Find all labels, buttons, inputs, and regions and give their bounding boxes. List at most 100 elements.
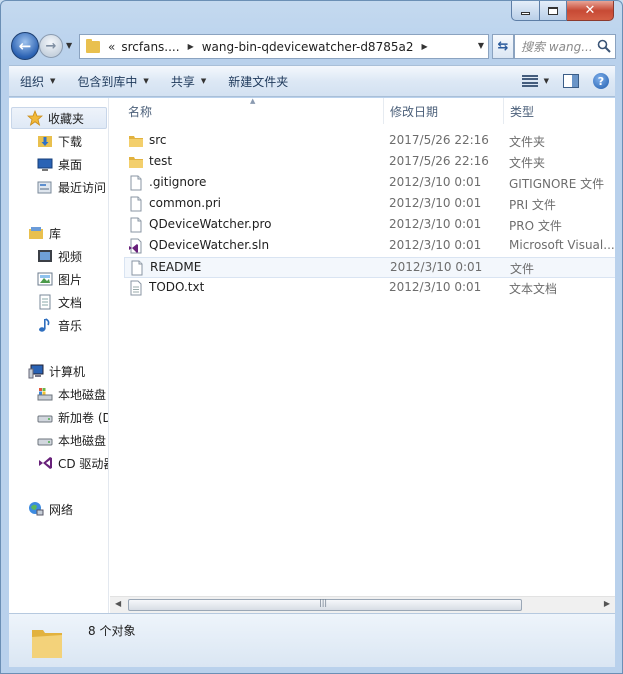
share-menu[interactable]: 共享 ▼ [160,66,217,96]
organize-menu[interactable]: 组织 ▼ [9,66,66,96]
address-segment[interactable]: wang-bin-qdevicewatcher-d8785a2 [202,40,414,54]
include-in-library-menu[interactable]: 包含到库中 ▼ [66,66,159,96]
sidebar-item-desktop[interactable]: 桌面 [9,153,108,175]
sidebar-item-label: 本地磁盘 [58,387,107,402]
sidebar-item-local-disk[interactable]: 本地磁盘 [9,429,108,451]
address-bar[interactable]: « srcfans.... ▶ wang-bin-qdevicewatcher-… [79,34,489,59]
file-modified-date: 2012/3/10 0:01 [389,175,482,189]
file-name: test [149,154,173,168]
change-view-button[interactable]: ▼ [521,75,549,87]
refresh-button[interactable]: ⇆ [492,34,514,59]
file-row[interactable]: test 2017/5/26 22:16 文件夹 [124,152,615,173]
file-type: 文件 [510,262,535,276]
column-header-name[interactable]: ▲ 名称 [110,98,384,124]
search-input[interactable]: 搜索 wang... [514,34,616,59]
forward-button[interactable]: → [39,34,63,58]
library-icon [29,227,43,239]
share-label: 共享 [170,74,195,89]
address-segment[interactable]: srcfans.... [121,40,179,54]
search-icon[interactable] [597,39,611,53]
sidebar-item-pictures[interactable]: 图片 [9,268,108,290]
maximize-button[interactable] [540,1,567,21]
new-folder-label: 新建文件夹 [228,74,289,89]
back-button[interactable]: ← [11,32,39,60]
documents-library-icon [39,294,51,310]
desktop-icon [37,158,53,171]
file-modified-date: 2012/3/10 0:01 [390,260,483,274]
scroll-right-icon[interactable]: ▶ [604,599,610,608]
hard-drive-icon [37,415,53,423]
file-list[interactable]: ▲ 名称 修改日期 类型 src 2017/5/26 22:16 文件夹 test 20… [110,98,615,593]
visual-studio-icon [128,238,144,254]
help-icon[interactable]: ? [593,73,609,89]
sidebar-item-videos[interactable]: 视频 [9,245,108,267]
recent-places-icon [37,181,52,194]
sidebar-item-local-disk-c[interactable]: 本地磁盘 [9,383,108,405]
address-overflow-chevron[interactable]: « [108,40,115,54]
horizontal-scrollbar[interactable]: ◀ ||| ▶ [110,596,615,613]
sidebar-item-new-volume-d[interactable]: 新加卷 (D [9,406,108,428]
sidebar-item-recent[interactable]: 最近访问 [9,176,108,198]
sort-ascending-icon: ▲ [250,98,256,105]
file-row[interactable]: src 2017/5/26 22:16 文件夹 [124,131,615,152]
recent-pages-dropdown[interactable]: ▼ [66,41,76,51]
file-row[interactable]: TODO.txt 2012/3/10 0:01 文本文档 [124,278,615,299]
sidebar-item-documents[interactable]: 文档 [9,291,108,313]
address-dropdown-icon[interactable]: ▼ [478,41,484,50]
file-icon [128,175,144,191]
preview-pane-icon[interactable] [563,74,579,88]
sidebar-item-label: 库 [49,226,62,241]
file-name: README [150,260,202,274]
file-modified-date: 2017/5/26 22:16 [389,133,489,147]
column-header-date[interactable]: 修改日期 [384,98,504,124]
file-row[interactable]: README 2012/3/10 0:01 文件 [124,257,615,278]
folder-icon [128,133,144,149]
file-modified-date: 2012/3/10 0:01 [389,238,482,252]
navigation-pane[interactable]: 收藏夹 下载 桌面 最近访问 库 视频 图片 文档 音乐 计算机 本地磁盘 新加… [9,98,109,613]
forward-arrow-icon: → [45,38,57,54]
sidebar-item-label: 视频 [58,249,83,264]
breadcrumb-separator-icon[interactable]: ▶ [421,42,427,51]
breadcrumb-separator-icon[interactable]: ▶ [188,42,194,51]
file-type: 文本文档 [509,282,558,296]
chevron-down-icon: ▼ [50,77,56,85]
scrollbar-thumb[interactable]: ||| [128,598,522,611]
sidebar-item-network[interactable]: 网络 [9,498,108,520]
new-folder-button[interactable]: 新建文件夹 [217,66,299,96]
caption-buttons: ✕ [511,1,614,21]
file-type: 文件夹 [509,156,546,170]
grip-icon: ||| [319,598,328,607]
video-library-icon [38,250,52,262]
details-pane: 8 个对象 [9,613,615,667]
sidebar-item-label: 图片 [58,272,83,287]
sidebar-item-label: 文档 [58,295,83,310]
file-name: QDeviceWatcher.sln [149,238,270,252]
minimize-button[interactable] [511,1,540,21]
file-type: PRO 文件 [509,219,562,233]
column-header-label: 类型 [510,104,535,119]
close-button[interactable]: ✕ [567,1,614,21]
sidebar-item-favorites[interactable]: 收藏夹 [11,107,107,129]
file-row[interactable]: .gitignore 2012/3/10 0:01 GITIGNORE 文件 [124,173,615,194]
sidebar-item-label: 音乐 [58,318,83,333]
sidebar-item-computer[interactable]: 计算机 [9,360,108,382]
sidebar-item-downloads[interactable]: 下载 [9,130,108,152]
file-icon [128,196,144,212]
sidebar-item-libraries[interactable]: 库 [9,222,108,244]
back-arrow-icon: ← [18,37,32,55]
file-row[interactable]: QDeviceWatcher.pro 2012/3/10 0:01 PRO 文件 [124,215,615,236]
system-drive-icon [37,388,53,401]
file-modified-date: 2012/3/10 0:01 [389,280,482,294]
sidebar-item-label: 网络 [49,502,74,517]
scroll-left-icon[interactable]: ◀ [115,599,121,608]
sidebar-item-music[interactable]: 音乐 [9,314,108,336]
file-row[interactable]: QDeviceWatcher.sln 2012/3/10 0:01 Microsof… [124,236,615,257]
folder-icon [86,38,100,53]
file-row[interactable]: common.pri 2012/3/10 0:01 PRI 文件 [124,194,615,215]
file-type: PRI 文件 [509,198,556,212]
sidebar-item-cd-drive[interactable]: CD 驱动器 [9,452,108,474]
sidebar-item-label: 收藏夹 [48,111,85,126]
column-header-type[interactable]: 类型 [504,98,615,124]
file-icon [129,260,145,276]
chevron-down-icon: ▼ [543,77,549,85]
